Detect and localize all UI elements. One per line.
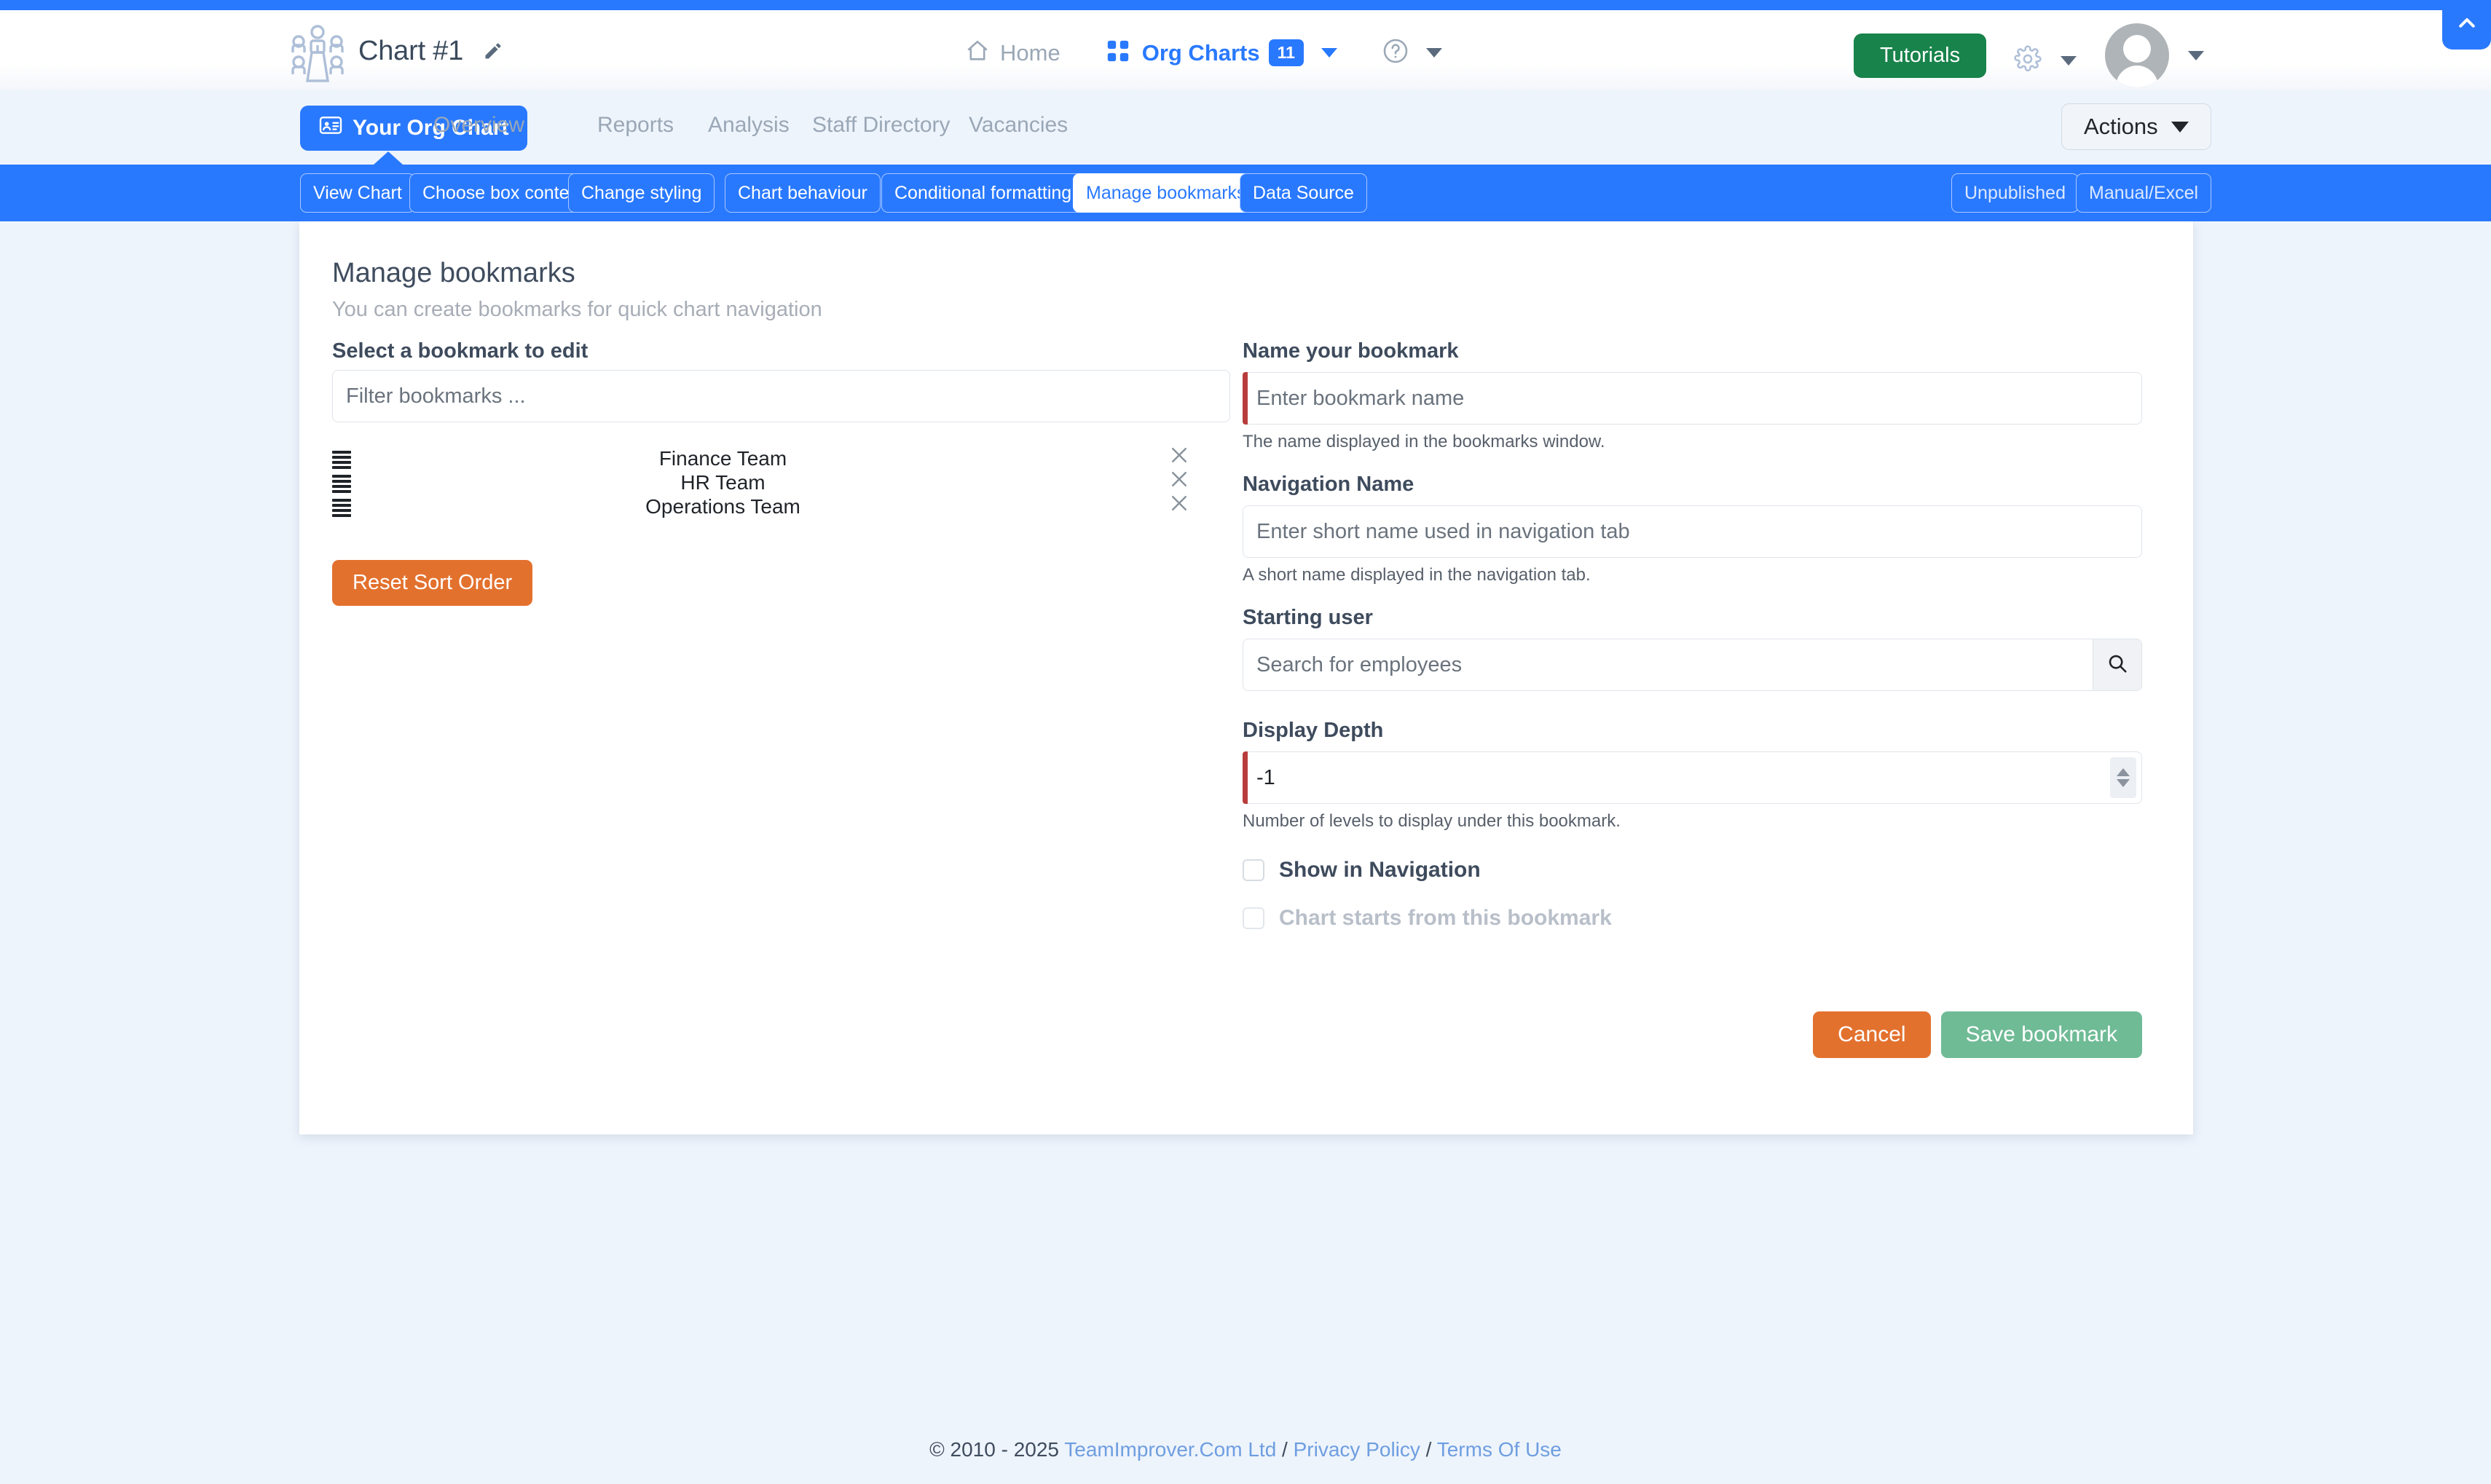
select-bookmark-label: Select a bookmark to edit <box>332 339 589 363</box>
settings-menu[interactable] <box>2014 45 2077 76</box>
org-chart-logo-icon <box>290 23 345 87</box>
bookmark-edit-form: Name your bookmark The name displayed in… <box>1243 339 2142 931</box>
tab-staff-directory[interactable]: Staff Directory <box>812 113 951 138</box>
toolbar-change-styling[interactable]: Change styling <box>568 173 715 213</box>
nav-org-charts-label: Org Charts <box>1141 39 1260 66</box>
toolbar-data-source[interactable]: Data Source <box>1240 173 1367 213</box>
chevron-down-icon[interactable] <box>2188 50 2204 60</box>
terms-of-use-link[interactable]: Terms Of Use <box>1437 1438 1562 1461</box>
chevron-down-icon[interactable] <box>1321 48 1337 58</box>
toolbar-unpublished-status[interactable]: Unpublished <box>1951 173 2079 213</box>
list-item[interactable]: HR Team <box>332 471 1230 497</box>
spinner-up-arrow[interactable] <box>2117 768 2130 776</box>
page-footer: © 2010 - 2025 TeamImprover.Com Ltd / Pri… <box>0 1438 2491 1461</box>
question-circle-icon <box>1382 38 1409 68</box>
chart-starts-from-bookmark-label: Chart starts from this bookmark <box>1279 906 1612 930</box>
manage-bookmarks-panel: Manage bookmarks You can create bookmark… <box>299 221 2193 1134</box>
close-icon[interactable] <box>1168 492 1190 514</box>
field-navigation-name: Navigation Name A short name displayed i… <box>1243 473 2142 585</box>
id-card-icon <box>319 115 342 141</box>
toolbar-manual-excel-source[interactable]: Manual/Excel <box>2076 173 2212 213</box>
user-menu[interactable] <box>2105 23 2204 87</box>
display-depth-label: Display Depth <box>1243 719 1384 742</box>
active-tab-pointer <box>374 151 403 165</box>
save-bookmark-button[interactable]: Save bookmark <box>1940 1011 2142 1058</box>
pencil-icon[interactable] <box>483 41 503 65</box>
toolbar-chart-behaviour[interactable]: Chart behaviour <box>725 173 881 213</box>
close-icon[interactable] <box>1168 444 1190 466</box>
toolbar-manage-bookmarks[interactable]: Manage bookmarks <box>1073 173 1259 213</box>
toolbar-view-chart[interactable]: View Chart <box>300 173 415 213</box>
nav-home-label: Home <box>1000 39 1060 66</box>
tab-analysis[interactable]: Analysis <box>708 113 790 138</box>
tab-reports[interactable]: Reports <box>597 113 674 138</box>
field-display-depth: Display Depth Number of levels to displa… <box>1243 719 2142 832</box>
main-navigation: Home Org Charts 11 <box>965 38 1442 68</box>
bookmark-name-help: The name displayed in the bookmarks wind… <box>1243 432 1605 451</box>
top-accent-bar <box>0 0 2491 10</box>
gear-icon <box>2014 45 2042 76</box>
reset-sort-order-button[interactable]: Reset Sort Order <box>332 560 533 606</box>
spinner-down-arrow[interactable] <box>2117 779 2130 787</box>
required-indicator <box>1243 751 1248 804</box>
field-bookmark-name: Name your bookmark The name displayed in… <box>1243 339 2142 452</box>
home-icon <box>965 39 990 67</box>
bookmark-name-label: Name your bookmark <box>1243 339 1459 363</box>
bookmark-name-input[interactable] <box>1243 372 2142 425</box>
org-charts-count-badge: 11 <box>1268 39 1304 66</box>
bookmark-name: HR Team <box>680 471 766 494</box>
show-in-navigation-row[interactable]: Show in Navigation <box>1243 858 2142 883</box>
user-avatar-icon <box>2105 23 2169 87</box>
footer-separator: / <box>1420 1438 1437 1461</box>
list-item[interactable]: Finance Team <box>332 447 1230 473</box>
tab-vacancies[interactable]: Vacancies <box>969 113 1068 138</box>
scroll-to-top-button[interactable] <box>2442 0 2491 50</box>
field-starting-user: Starting user <box>1243 606 2142 691</box>
show-in-navigation-label: Show in Navigation <box>1279 858 1481 882</box>
copyright-text: © 2010 - 2025 <box>929 1438 1065 1461</box>
page-title: Chart #1 <box>358 36 464 66</box>
nav-item-org-charts[interactable]: Org Charts 11 <box>1106 39 1337 67</box>
bookmark-list: Finance Team HR Team Operations Team <box>332 447 1230 521</box>
company-link[interactable]: TeamImprover.Com Ltd <box>1064 1438 1276 1461</box>
footer-separator: / <box>1276 1438 1294 1461</box>
grid-icon <box>1106 39 1130 67</box>
chevron-down-icon[interactable] <box>1425 48 1442 58</box>
starting-user-search-button[interactable] <box>2093 639 2142 691</box>
privacy-policy-link[interactable]: Privacy Policy <box>1294 1438 1420 1461</box>
filter-bookmarks-input[interactable] <box>332 370 1230 422</box>
show-in-navigation-checkbox[interactable] <box>1243 859 1264 881</box>
nav-item-help[interactable] <box>1382 38 1442 68</box>
close-icon[interactable] <box>1168 468 1190 490</box>
cancel-button[interactable]: Cancel <box>1813 1011 1931 1058</box>
chevron-down-icon <box>2171 121 2189 133</box>
chevron-down-icon[interactable] <box>2061 56 2077 66</box>
panel-title: Manage bookmarks <box>332 258 575 288</box>
app-header: Chart #1 Home Org Charts 11 Tutorials <box>0 10 2491 90</box>
navigation-name-input[interactable] <box>1243 505 2142 558</box>
actions-label: Actions <box>2084 114 2158 139</box>
chart-starts-from-bookmark-row: Chart starts from this bookmark <box>1243 906 2142 931</box>
toolbar-conditional-formatting[interactable]: Conditional formatting <box>881 173 1085 213</box>
number-spinner-icon[interactable] <box>2110 757 2136 798</box>
list-item[interactable]: Operations Team <box>332 495 1230 521</box>
display-depth-input[interactable] <box>1243 751 2142 804</box>
starting-user-label: Starting user <box>1243 606 1373 629</box>
bookmark-name: Finance Team <box>658 447 787 470</box>
chart-starts-from-bookmark-checkbox <box>1243 907 1264 929</box>
navigation-name-help: A short name displayed in the navigation… <box>1243 565 1591 585</box>
actions-dropdown-button[interactable]: Actions <box>2061 103 2211 150</box>
tutorials-button[interactable]: Tutorials <box>1854 33 1987 78</box>
tab-overview[interactable]: Overview <box>433 113 524 138</box>
navigation-name-label: Navigation Name <box>1243 473 1414 496</box>
panel-subtitle: You can create bookmarks for quick chart… <box>332 298 822 321</box>
nav-item-home[interactable]: Home <box>965 39 1060 67</box>
search-icon <box>2106 652 2128 678</box>
starting-user-input[interactable] <box>1243 639 2114 691</box>
required-indicator <box>1243 372 1248 425</box>
bookmark-name: Operations Team <box>645 495 800 518</box>
form-action-buttons: Cancel Save bookmark <box>1243 1011 2142 1058</box>
display-depth-help: Number of levels to display under this b… <box>1243 811 1621 831</box>
chevron-up-icon <box>2456 12 2478 38</box>
